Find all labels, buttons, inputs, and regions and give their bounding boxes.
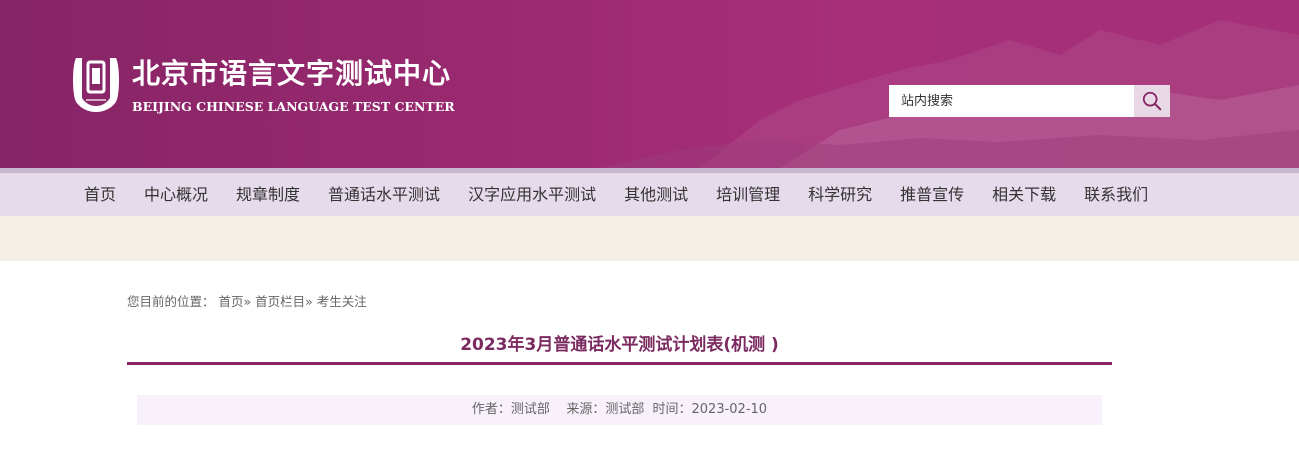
title-divider — [127, 362, 1112, 365]
nav-item-putonghua-test[interactable]: 普通话水平测试 — [314, 173, 454, 216]
search-input[interactable] — [889, 85, 1134, 117]
site-header: 北京市语言文字测试中心 BEIJING CHINESE LANGUAGE TES… — [0, 0, 1299, 168]
article-source: 来源：测试部 — [566, 402, 645, 417]
article-author: 作者：测试部 — [471, 402, 550, 417]
nav-item-other-tests[interactable]: 其他测试 — [610, 173, 702, 216]
breadcrumb-home[interactable]: 首页» — [219, 294, 252, 309]
main-navigation: 首页 中心概况 规章制度 普通话水平测试 汉字应用水平测试 其他测试 培训管理 … — [0, 168, 1299, 216]
nav-item-downloads[interactable]: 相关下载 — [978, 173, 1070, 216]
article-time: 时间：2023-02-10 — [652, 402, 768, 417]
site-logo-title: 北京市语言文字测试中心 — [132, 57, 452, 90]
nav-list: 首页 中心概况 规章制度 普通话水平测试 汉字应用水平测试 其他测试 培训管理 … — [70, 173, 1162, 216]
search-button[interactable] — [1134, 85, 1170, 117]
article-meta: 作者：测试部 来源：测试部 时间：2023-02-10 — [137, 395, 1102, 425]
breadcrumb-current[interactable]: 考生关注 — [317, 294, 367, 309]
nav-item-hanzi-test[interactable]: 汉字应用水平测试 — [454, 173, 610, 216]
nav-item-regulations[interactable]: 规章制度 — [222, 173, 314, 216]
nav-item-research[interactable]: 科学研究 — [794, 173, 886, 216]
nav-item-training[interactable]: 培训管理 — [702, 173, 794, 216]
center-emblem-icon — [73, 58, 119, 112]
nav-item-contact[interactable]: 联系我们 — [1070, 173, 1162, 216]
breadcrumb-prefix: 您目前的位置： — [127, 294, 215, 309]
nav-item-promotion[interactable]: 推普宣传 — [886, 173, 978, 216]
article-title: 2023年3月普通话水平测试计划表(机测 ) — [460, 335, 779, 355]
site-logo-subtitle: BEIJING CHINESE LANGUAGE TEST CENTER — [132, 99, 455, 114]
nav-item-home[interactable]: 首页 — [70, 173, 130, 216]
decorative-band — [0, 216, 1299, 261]
breadcrumb: 您目前的位置： 首页» 首页栏目» 考生关注 — [127, 291, 367, 310]
breadcrumb-section[interactable]: 首页栏目» — [255, 294, 313, 309]
search-box — [889, 85, 1170, 117]
nav-item-about[interactable]: 中心概况 — [130, 173, 222, 216]
search-icon — [1142, 91, 1162, 111]
